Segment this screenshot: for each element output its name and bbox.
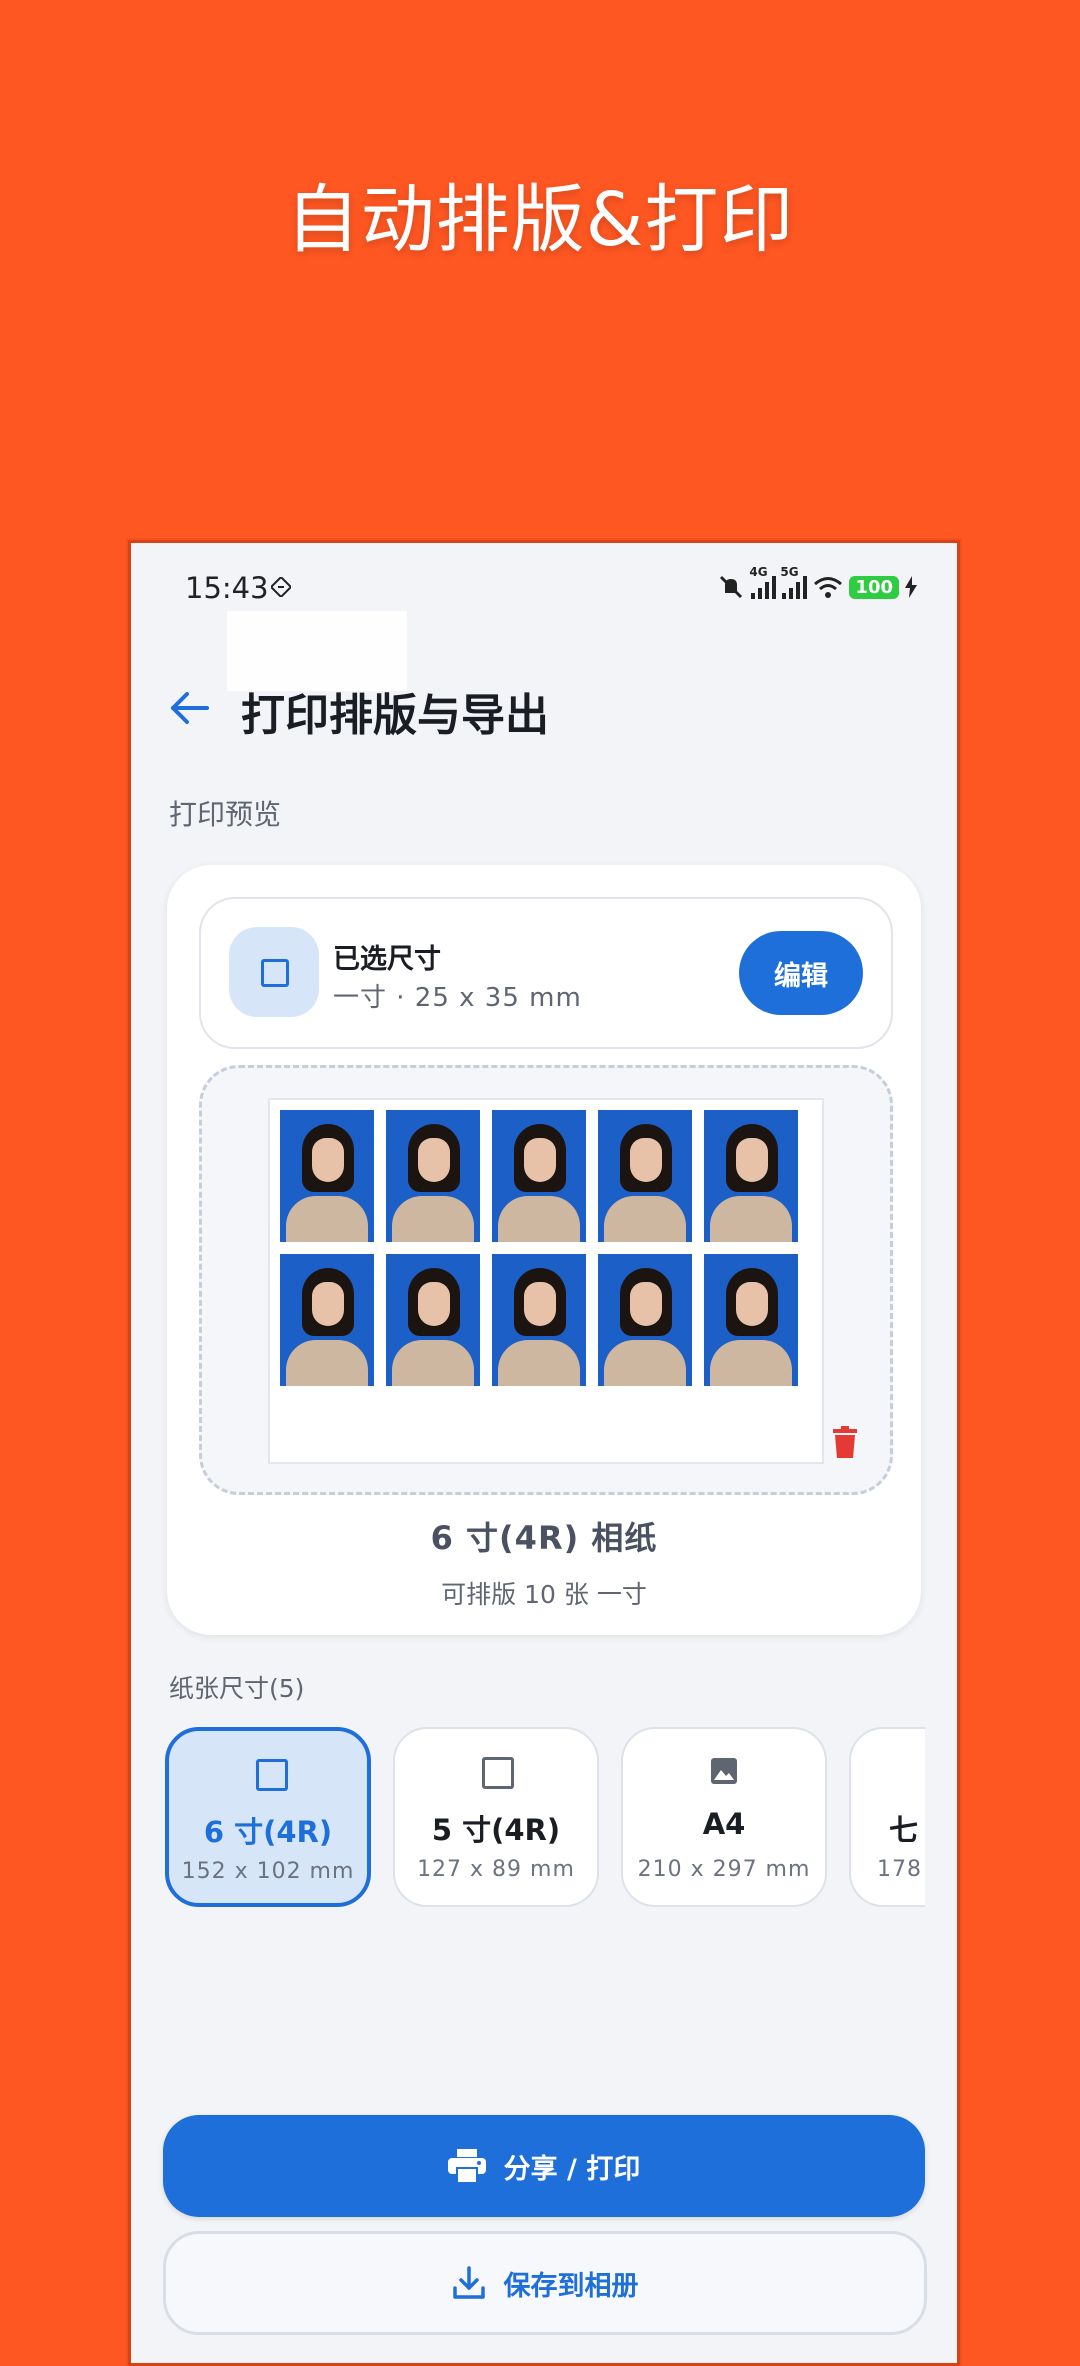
square-icon: [482, 1757, 514, 1789]
paper-size-dims: 210 x 297 mm: [637, 1857, 811, 1882]
square-icon: [261, 959, 289, 987]
paper-size-5r[interactable]: 5 寸(4R) 127 x 89 mm: [393, 1727, 599, 1907]
signal-4g-icon: 4G: [749, 565, 777, 599]
paper-size-dims: 178: [877, 1857, 922, 1882]
print-preview-card: 已选尺寸 一寸 · 25 x 35 mm 编辑 6 寸(4R) 相纸 可排版 1…: [167, 865, 921, 1635]
edit-button[interactable]: 编辑: [739, 931, 863, 1015]
charging-icon: [905, 576, 917, 598]
save-to-album-button[interactable]: 保存到相册: [163, 2231, 927, 2335]
paper-size-section-label: 纸张尺寸(5): [169, 1674, 305, 1703]
id-photo-thumbnail: [492, 1110, 586, 1242]
selected-size-box: 已选尺寸 一寸 · 25 x 35 mm 编辑: [199, 897, 893, 1049]
printer-icon: [447, 2149, 486, 2183]
id-photo-thumbnail: [704, 1254, 798, 1386]
mute-bell-icon: [720, 575, 743, 599]
id-photo-thumbnail: [280, 1110, 374, 1242]
signal-5g-icon: 5G: [780, 565, 808, 599]
paper-size-name: 6 寸(4R): [203, 1815, 333, 1849]
selected-size-detail: 一寸 · 25 x 35 mm: [333, 983, 582, 1013]
status-icons: 4G 5G 100: [717, 565, 917, 601]
trash-icon[interactable]: [832, 1426, 858, 1458]
promo-headline: 自动排版&打印: [285, 177, 795, 263]
paper-size-dims: 152 x 102 mm: [181, 1859, 355, 1884]
paper-size-dims: 127 x 89 mm: [417, 1857, 575, 1882]
paper-sheet: [268, 1098, 824, 1464]
paper-size-7[interactable]: 七 178: [849, 1727, 925, 1907]
selected-size-title: 已选尺寸: [333, 944, 441, 975]
share-print-label: 分享 / 打印: [503, 2153, 641, 2185]
paper-size-list: 6 寸(4R) 152 x 102 mm 5 寸(4R) 127 x 89 mm…: [165, 1727, 925, 1919]
id-photo-thumbnail: [386, 1254, 480, 1386]
paper-size-6r[interactable]: 6 寸(4R) 152 x 102 mm: [165, 1727, 371, 1907]
net-label-4g: 4G: [749, 565, 768, 579]
image-icon: [711, 1758, 737, 1784]
status-time: 15:43: [185, 571, 269, 605]
photo-grid: [280, 1110, 798, 1386]
id-photo-thumbnail: [704, 1110, 798, 1242]
page-title: 打印排版与导出: [241, 690, 549, 741]
nfc-icon: [271, 577, 291, 597]
paper-size-name: 七: [889, 1813, 919, 1847]
share-print-button[interactable]: 分享 / 打印: [163, 2115, 925, 2217]
square-icon: [256, 1759, 288, 1791]
phone-screen: 15:43 4G 5G 100 打印排版与导出 打印预览 已选尺寸 一寸 · 2…: [128, 540, 960, 2366]
id-photo-thumbnail: [386, 1110, 480, 1242]
paper-size-name: A4: [702, 1807, 746, 1841]
save-to-album-label: 保存到相册: [503, 2270, 639, 2302]
battery-badge: 100: [849, 575, 899, 599]
size-icon-wrap: [229, 927, 319, 1017]
arrow-left-icon[interactable]: [165, 683, 215, 733]
paper-name: 6 寸(4R) 相纸: [430, 1519, 658, 1557]
id-photo-thumbnail: [598, 1110, 692, 1242]
wifi-icon: [814, 577, 843, 598]
paper-size-name: 5 寸(4R): [431, 1813, 561, 1847]
id-photo-thumbnail: [280, 1254, 374, 1386]
layout-preview-area: [199, 1065, 893, 1495]
paper-capacity: 可排版 10 张 一寸: [441, 1580, 647, 1609]
download-icon: [452, 2266, 485, 2299]
paper-size-a4[interactable]: A4 210 x 297 mm: [621, 1727, 827, 1907]
id-photo-thumbnail: [492, 1254, 586, 1386]
preview-section-label: 打印预览: [169, 798, 282, 831]
net-label-5g: 5G: [780, 565, 799, 579]
id-photo-thumbnail: [598, 1254, 692, 1386]
